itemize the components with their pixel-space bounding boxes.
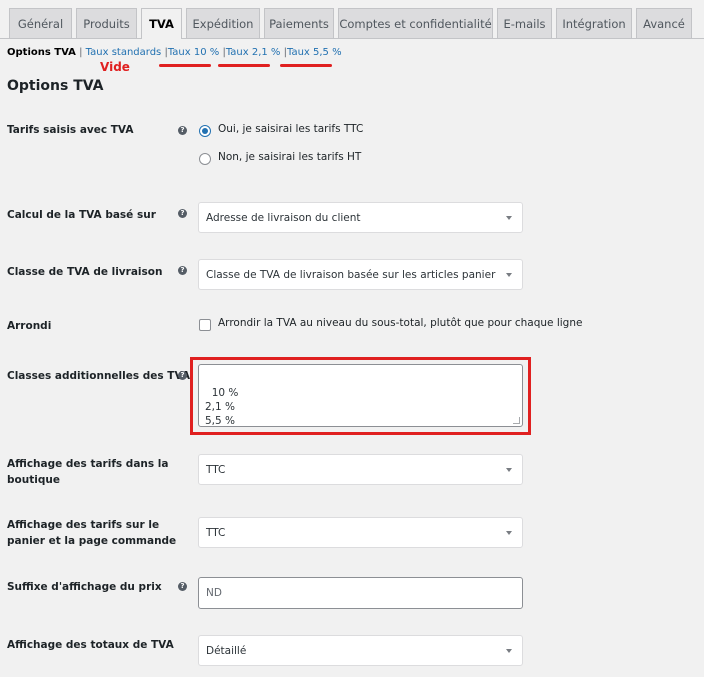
cart-display-select[interactable]: TTC	[198, 517, 523, 548]
field-label-rounding: Arrondi	[7, 320, 52, 332]
subnav-link-taux-standards[interactable]: Taux standards	[86, 47, 162, 58]
chevron-down-icon	[506, 649, 512, 653]
help-icon[interactable]: ?	[178, 371, 187, 380]
subnav-link-taux-5-5[interactable]: Taux 5,5 %	[287, 47, 342, 58]
radio-prices-incl-tax[interactable]	[199, 125, 211, 137]
tax-based-on-select[interactable]: Adresse de livraison du client	[198, 202, 523, 233]
label-line: boutique	[7, 474, 60, 486]
tax-totals-select[interactable]: Détaillé	[198, 635, 523, 666]
rounding-checkbox-label: Arrondir la TVA au niveau du sous-total,…	[218, 317, 583, 329]
rounding-checkbox[interactable]	[199, 319, 211, 331]
chevron-down-icon	[506, 468, 512, 472]
tab-comptes-confidentialite[interactable]: Comptes et confidentialité	[338, 8, 493, 38]
field-label-shop-display: Affichage des tarifs dans la boutique	[7, 456, 168, 488]
tab-bar-border	[0, 38, 704, 39]
tab-produits[interactable]: Produits	[76, 8, 137, 38]
annotation-underline-5-5	[280, 64, 332, 67]
field-label-additional-classes: Classes additionnelles des TVA	[7, 370, 191, 382]
radio-label-prices-incl-tax: Oui, je saisirai les tarifs TTC	[218, 123, 364, 135]
tab-paiements[interactable]: Paiements	[264, 8, 334, 38]
field-label-cart-display: Affichage des tarifs sur le panier et la…	[7, 517, 176, 549]
help-icon[interactable]: ?	[178, 209, 187, 218]
chevron-down-icon	[506, 531, 512, 535]
select-value: Détaillé	[206, 644, 247, 657]
tab-expedition[interactable]: Expédition	[186, 8, 260, 38]
tab-tva[interactable]: TVA	[141, 8, 182, 39]
tab-avance[interactable]: Avancé	[636, 8, 692, 38]
select-value: Adresse de livraison du client	[206, 211, 361, 224]
field-label-tax-totals: Affichage des totaux de TVA	[7, 639, 174, 651]
annotation-highlight-box	[190, 357, 531, 435]
price-suffix-input[interactable]: ND	[198, 577, 523, 609]
tab-integration[interactable]: Intégration	[556, 8, 632, 38]
label-line: Affichage des tarifs sur le	[7, 519, 160, 531]
field-label-prices-with-tax: Tarifs saisis avec TVA	[7, 124, 134, 136]
annotation-underline-2-1	[218, 64, 270, 67]
help-icon[interactable]: ?	[178, 126, 187, 135]
subsub-nav: Options TVA | Taux standards |Taux 10 % …	[7, 47, 342, 58]
tab-emails[interactable]: E-mails	[497, 8, 552, 38]
annotation-vide: Vide	[100, 60, 130, 74]
help-icon[interactable]: ?	[178, 582, 187, 591]
chevron-down-icon	[506, 216, 512, 220]
subnav-link-taux-2-1[interactable]: Taux 2,1 %	[226, 47, 281, 58]
shipping-tax-class-select[interactable]: Classe de TVA de livraison basée sur les…	[198, 259, 523, 290]
select-value: TTC	[206, 463, 226, 476]
input-placeholder: ND	[206, 587, 222, 599]
radio-label-prices-excl-tax: Non, je saisirai les tarifs HT	[218, 151, 362, 163]
radio-prices-excl-tax[interactable]	[199, 153, 211, 165]
tab-general[interactable]: Général	[9, 8, 72, 38]
select-value: Classe de TVA de livraison basée sur les…	[206, 268, 496, 281]
shop-display-select[interactable]: TTC	[198, 454, 523, 485]
section-title: Options TVA	[7, 78, 104, 94]
help-icon[interactable]: ?	[178, 266, 187, 275]
select-value: TTC	[206, 526, 226, 539]
label-line: panier et la page commande	[7, 535, 177, 547]
field-label-tax-based-on: Calcul de la TVA basé sur	[7, 209, 156, 221]
field-label-price-suffix: Suffixe d'affichage du prix	[7, 581, 162, 593]
annotation-underline-10	[159, 64, 211, 67]
chevron-down-icon	[506, 273, 512, 277]
field-label-shipping-tax-class: Classe de TVA de livraison	[7, 266, 163, 278]
subnav-current: Options TVA	[7, 47, 76, 58]
subnav-link-taux-10[interactable]: Taux 10 %	[168, 47, 219, 58]
label-line: Affichage des tarifs dans la	[7, 458, 169, 470]
